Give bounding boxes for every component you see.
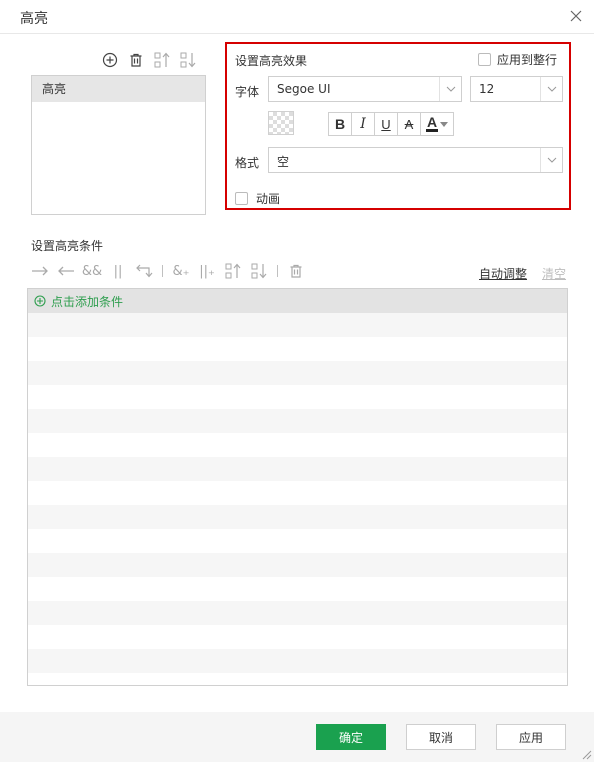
toolbar-divider (162, 265, 163, 277)
and-icon[interactable]: && (79, 260, 105, 282)
font-style-buttons: B I U A A (328, 112, 454, 136)
empty-condition-row (28, 553, 567, 577)
move-up-icon[interactable] (220, 260, 246, 282)
background-color-swatch[interactable] (268, 111, 294, 135)
add-circle-icon (34, 295, 46, 307)
empty-condition-row (28, 313, 567, 337)
trash-icon[interactable] (126, 50, 146, 70)
empty-condition-row (28, 673, 567, 685)
apply-button[interactable]: 应用 (496, 724, 566, 750)
caret-down-icon (440, 121, 449, 127)
empty-condition-row (28, 481, 567, 505)
close-icon[interactable] (568, 8, 584, 24)
chevron-down-icon (540, 148, 562, 172)
add-or-icon[interactable]: ||₊ (194, 260, 220, 282)
empty-condition-row (28, 505, 567, 529)
bold-button[interactable]: B (328, 112, 352, 136)
conditions-section-title: 设置高亮条件 (31, 239, 104, 253)
empty-condition-row (28, 601, 567, 625)
trash-icon[interactable] (283, 260, 309, 282)
add-and-icon[interactable]: &₊ (168, 260, 194, 282)
move-down-icon[interactable] (246, 260, 272, 282)
font-family-select[interactable]: Segoe UI (268, 76, 462, 102)
font-label: 字体 (235, 85, 260, 99)
empty-condition-row (28, 337, 567, 361)
ok-button[interactable]: 确定 (316, 724, 386, 750)
add-condition-row[interactable]: 点击添加条件 (28, 289, 567, 313)
clear-link[interactable]: 清空 (542, 265, 566, 282)
effect-section-title: 设置高亮效果 (235, 54, 308, 68)
indent-icon[interactable] (27, 260, 53, 282)
resize-grip-icon[interactable] (580, 748, 592, 760)
dialog-title: 高亮 (20, 11, 48, 27)
format-value: 空 (277, 155, 290, 169)
add-circle-icon[interactable] (100, 50, 120, 70)
font-color-button[interactable]: A (420, 112, 454, 136)
chevron-down-icon (540, 77, 562, 101)
font-size-select[interactable]: 12 (470, 76, 563, 102)
font-size-value: 12 (479, 82, 495, 96)
move-up-icon[interactable] (152, 50, 172, 70)
empty-condition-row (28, 433, 567, 457)
rule-toolbar (100, 50, 198, 70)
apply-to-row-checkbox[interactable] (477, 53, 491, 66)
empty-condition-row (28, 457, 567, 481)
apply-to-row-option[interactable]: 应用到整行 (477, 51, 557, 68)
condition-rows (28, 313, 567, 685)
format-select[interactable]: 空 (268, 147, 563, 173)
rule-list-item[interactable]: 高亮 (32, 76, 205, 102)
animation-option[interactable]: 动画 (235, 190, 280, 207)
empty-condition-row (28, 625, 567, 649)
empty-condition-row (28, 361, 567, 385)
italic-button[interactable]: I (351, 112, 375, 136)
rule-list: 高亮 (31, 75, 206, 215)
conditions-grid: 点击添加条件 (27, 288, 568, 686)
animation-label: 动画 (256, 192, 281, 206)
empty-condition-row (28, 385, 567, 409)
swap-icon[interactable] (131, 260, 157, 282)
empty-condition-row (28, 649, 567, 673)
highlight-effect-panel: 设置高亮效果 应用到整行 字体 Segoe UI 12 B I U A A 格式… (225, 42, 571, 210)
apply-to-row-label: 应用到整行 (496, 53, 557, 67)
chevron-down-icon (439, 77, 461, 101)
dialog-title-bar: 高亮 (0, 0, 594, 34)
empty-condition-row (28, 409, 567, 433)
strikethrough-button[interactable]: A (397, 112, 421, 136)
cancel-button[interactable]: 取消 (406, 724, 476, 750)
dialog-footer: 确定 取消 应用 (0, 712, 594, 762)
add-condition-label: 点击添加条件 (51, 294, 124, 309)
empty-condition-row (28, 577, 567, 601)
format-label: 格式 (235, 156, 260, 170)
auto-adjust-link[interactable]: 自动调整 (479, 265, 527, 282)
move-down-icon[interactable] (178, 50, 198, 70)
outdent-icon[interactable] (53, 260, 79, 282)
conditions-toolbar: && || &₊ ||₊ (27, 260, 309, 282)
toolbar-divider (277, 265, 278, 277)
or-icon[interactable]: || (105, 260, 131, 282)
font-family-value: Segoe UI (277, 82, 331, 96)
font-color-letter: A (425, 114, 439, 132)
underline-button[interactable]: U (374, 112, 398, 136)
empty-condition-row (28, 529, 567, 553)
animation-checkbox[interactable] (235, 192, 248, 205)
